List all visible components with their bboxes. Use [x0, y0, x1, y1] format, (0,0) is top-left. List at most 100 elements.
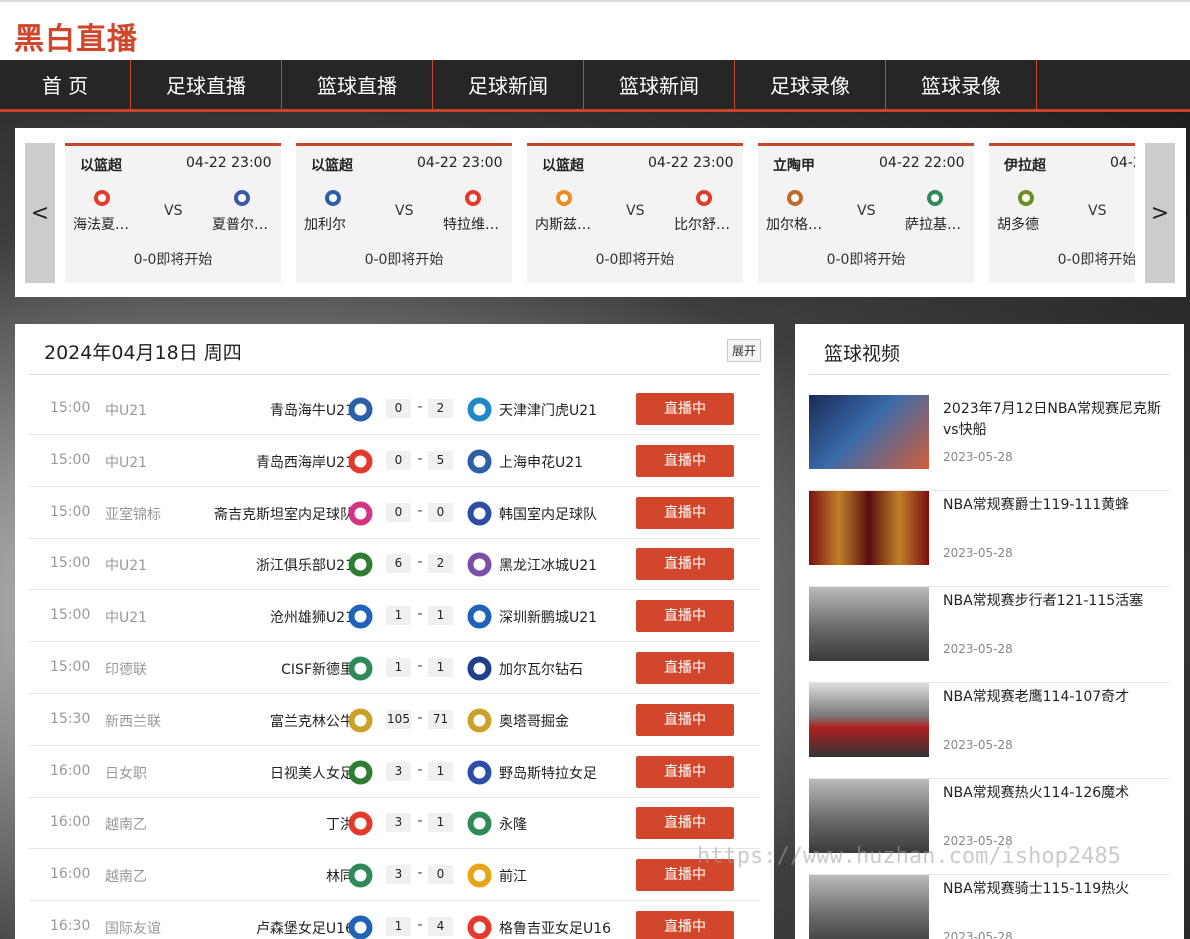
match-time: 16:00	[50, 762, 91, 779]
video-item[interactable]: NBA常规赛步行者121-115活塞 2023-05-28	[809, 587, 1170, 683]
live-button[interactable]: 直播中	[636, 703, 734, 736]
table-row[interactable]: 15:00 亚室锦标 斋吉克斯坦室内足球队 0-0 韩国室内足球队 直播中	[29, 487, 760, 539]
video-item[interactable]: NBA常规赛骑士115-119热火 2023-05-28	[809, 875, 1170, 939]
nav-football-replay[interactable]: 足球录像	[735, 60, 886, 109]
table-row[interactable]: 16:00 日女职 日视美人女足 3-1 野岛斯特拉女足 直播中	[29, 746, 760, 798]
away-team[interactable]: 格鲁吉亚女足U16	[499, 918, 611, 938]
away-team[interactable]: 黑龙江冰城U21	[499, 555, 597, 575]
video-title[interactable]: NBA常规赛老鹰114-107奇才	[943, 687, 1163, 708]
video-thumbnail[interactable]	[809, 683, 929, 757]
match-card[interactable]: 以篮超 04-22 23:00 海法夏… VS 夏普尔… 0-0即将开始	[65, 143, 281, 283]
away-score: 71	[428, 709, 453, 729]
live-button[interactable]: 直播中	[636, 444, 734, 477]
score-separator: -	[417, 865, 423, 882]
away-team[interactable]: 野岛斯特拉女足	[499, 763, 597, 783]
table-row[interactable]: 15:30 新西兰联 富兰克林公牛 105-71 奥塔哥掘金 直播中	[29, 694, 760, 746]
live-button[interactable]: 直播中	[636, 548, 734, 581]
nav-basketball-news[interactable]: 篮球新闻	[584, 60, 735, 109]
home-team[interactable]: 富兰克林公牛	[270, 711, 354, 731]
card-time: 04-22 22:00	[879, 155, 965, 171]
card-away-team: 特拉维…	[443, 217, 499, 233]
home-team[interactable]: 沧州雄狮U21	[270, 607, 354, 627]
home-team[interactable]: 青岛西海岸U21	[256, 452, 354, 472]
video-thumbnail[interactable]	[809, 395, 929, 469]
video-title[interactable]: NBA常规赛热火114-126魔术	[943, 783, 1163, 804]
video-thumbnail[interactable]	[809, 779, 929, 853]
home-team-logo-icon	[325, 190, 341, 206]
card-vs: VS	[857, 203, 876, 219]
card-vs: VS	[395, 203, 414, 219]
nav-football-live[interactable]: 足球直播	[131, 60, 282, 109]
header: 黑白直播	[0, 0, 1190, 60]
video-title[interactable]: NBA常规赛爵士119-111黄蜂	[943, 495, 1163, 516]
schedule-date: 2024年04月18日 周四	[44, 342, 242, 364]
away-team[interactable]: 天津津门虎U21	[499, 400, 597, 420]
carousel-next-button[interactable]: >	[1145, 143, 1175, 283]
home-team[interactable]: 青岛海牛U21	[270, 400, 354, 420]
nav-football-news[interactable]: 足球新闻	[433, 60, 584, 109]
away-team[interactable]: 永隆	[499, 814, 527, 834]
live-button[interactable]: 直播中	[636, 652, 734, 684]
home-team-logo-icon	[348, 760, 373, 785]
video-item[interactable]: NBA常规赛老鹰114-107奇才 2023-05-28	[809, 683, 1170, 779]
live-button[interactable]: 直播中	[636, 600, 734, 633]
home-score: 6	[386, 554, 411, 574]
table-row[interactable]: 16:00 越南乙 林同 3-0 前江 直播中	[29, 849, 760, 902]
nav-home[interactable]: 首 页	[0, 60, 131, 109]
video-title[interactable]: 2023年7月12日NBA常规赛尼克斯vs快船	[943, 399, 1163, 441]
home-team[interactable]: 日视美人女足	[270, 763, 354, 783]
expand-button[interactable]: 展开	[727, 339, 762, 362]
match-league: 中U21	[105, 454, 148, 471]
video-date: 2023-05-28	[943, 642, 1013, 656]
match-league: 越南乙	[105, 817, 147, 834]
site-logo[interactable]: 黑白直播	[14, 14, 138, 58]
table-row[interactable]: 15:00 中U21 浙江俱乐部U21 6-2 黑龙江冰城U21 直播中	[29, 538, 760, 591]
home-team-logo-icon	[556, 190, 572, 206]
away-team[interactable]: 加尔瓦尔钻石	[499, 659, 583, 679]
match-card[interactable]: 立陶甲 04-22 22:00 加尔格… VS 萨拉基… 0-0即将开始	[758, 143, 974, 283]
live-button[interactable]: 直播中	[636, 496, 734, 529]
home-score: 1	[386, 658, 411, 677]
table-row[interactable]: 16:30 国际友谊 卢森堡女足U16 1-4 格鲁吉亚女足U16 直播中	[29, 901, 760, 939]
live-button[interactable]: 直播中	[636, 807, 734, 840]
table-row[interactable]: 15:00 中U21 青岛西海岸U21 0-5 上海申花U21 直播中	[29, 435, 760, 487]
table-row[interactable]: 16:00 越南乙 丁洪 3-1 永隆 直播中	[29, 797, 760, 850]
video-title[interactable]: NBA常规赛步行者121-115活塞	[943, 591, 1163, 612]
live-button[interactable]: 直播中	[636, 755, 734, 788]
video-thumbnail[interactable]	[809, 587, 929, 661]
match-card[interactable]: 伊拉超 04-22 23:00 胡多德 VS 0-0即将开始	[989, 143, 1135, 283]
video-title[interactable]: NBA常规赛骑士115-119热火	[943, 879, 1163, 900]
home-team-logo-icon	[348, 915, 373, 939]
match-time: 15:00	[50, 607, 91, 624]
match-time: 16:00	[50, 866, 91, 883]
home-team[interactable]: 斋吉克斯坦室内足球队	[214, 504, 354, 524]
away-team[interactable]: 深圳新鹏城U21	[499, 607, 597, 627]
table-row[interactable]: 15:00 中U21 沧州雄狮U21 1-1 深圳新鹏城U21 直播中	[29, 590, 760, 643]
away-team[interactable]: 前江	[499, 866, 527, 886]
away-team[interactable]: 上海申花U21	[499, 452, 583, 472]
match-league: 日女职	[105, 765, 147, 782]
home-team[interactable]: 卢森堡女足U16	[256, 918, 354, 938]
home-team[interactable]: 浙江俱乐部U21	[256, 555, 354, 575]
nav-basketball-replay[interactable]: 篮球录像	[886, 60, 1037, 109]
match-card[interactable]: 以篮超 04-22 23:00 加利尔 VS 特拉维… 0-0即将开始	[296, 143, 512, 283]
card-status: 0-0即将开始	[364, 252, 444, 268]
match-card[interactable]: 以篮超 04-22 23:00 内斯兹… VS 比尔舒… 0-0即将开始	[527, 143, 743, 283]
home-team[interactable]: CISF新德里	[281, 659, 354, 679]
away-team[interactable]: 韩国室内足球队	[499, 504, 597, 524]
video-thumbnail[interactable]	[809, 491, 929, 565]
nav-basketball-live[interactable]: 篮球直播	[282, 60, 433, 109]
carousel-prev-button[interactable]: <	[25, 143, 55, 283]
table-row[interactable]: 15:00 印德联 CISF新德里 1-1 加尔瓦尔钻石 直播中	[29, 642, 760, 694]
score-separator: -	[417, 709, 423, 726]
video-thumbnail[interactable]	[809, 875, 929, 939]
away-team[interactable]: 奥塔哥掘金	[499, 711, 569, 731]
video-item[interactable]: 2023年7月12日NBA常规赛尼克斯vs快船 2023-05-28	[809, 395, 1170, 491]
video-item[interactable]: NBA常规赛爵士119-111黄蜂 2023-05-28	[809, 491, 1170, 587]
live-button[interactable]: 直播中	[636, 911, 734, 939]
card-time: 04-22 23:00	[417, 155, 503, 171]
table-row[interactable]: 15:00 中U21 青岛海牛U21 0-2 天津津门虎U21 直播中	[29, 383, 760, 435]
card-status: 0-0即将开始	[595, 252, 675, 268]
match-time: 15:00	[50, 555, 91, 572]
live-button[interactable]: 直播中	[636, 393, 734, 425]
